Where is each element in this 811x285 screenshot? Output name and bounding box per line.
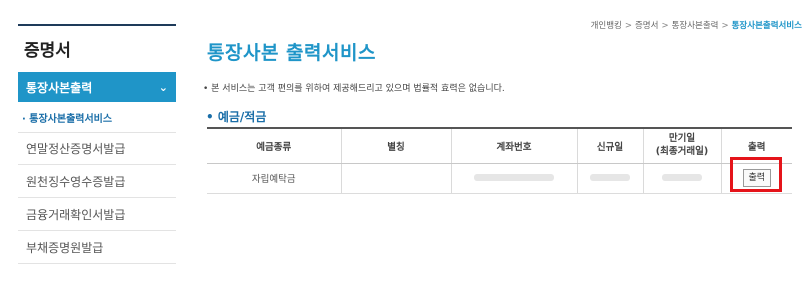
account-table: 예금종류 별칭 계좌번호 신규일 만기일 (최종거래일) 출력 자립예탁금 출력 — [207, 127, 792, 194]
sidebar-item-label: 연말정산증명서발급 — [26, 142, 126, 156]
cell-account-type: 자립예탁금 — [207, 163, 341, 194]
sidebar-item-label: 부채증명원발급 — [26, 240, 104, 255]
sidebar-item-label: 통장사본출력 — [26, 80, 93, 95]
col-header-maturity-date: 만기일 (최종거래일) — [642, 127, 721, 164]
sidebar-item-label: 원천징수영수증발급 — [26, 174, 126, 189]
chevron-down-icon: ⌄ — [158, 80, 168, 94]
page-title: 통장사본 출력서비스 — [207, 42, 376, 64]
sidebar-item-label: 금융거래확인서발급 — [26, 207, 126, 222]
chevron-right-icon: > — [661, 21, 669, 31]
sidebar-item-debt-certificate[interactable]: 부채증명원발급 — [18, 231, 176, 264]
redacted-value — [590, 173, 630, 181]
col-header-open-date: 신규일 — [576, 127, 643, 164]
sidebar-title: 증명서 — [24, 41, 71, 61]
sidebar-item-bankbook-copy[interactable]: 통장사본출력 ⌄ — [18, 72, 176, 102]
breadcrumb-current: 통장사본출력서비스 — [731, 21, 802, 31]
print-button-wrap: 출력 — [729, 157, 782, 192]
print-button[interactable]: 출력 — [742, 169, 771, 187]
cell-print: 출력 — [720, 157, 792, 194]
col-header-account-number: 계좌번호 — [450, 127, 577, 164]
sidebar-item-financial-confirmation[interactable]: 금융거래확인서발급 — [18, 198, 176, 231]
section-title-deposits: • 예금/적금 — [206, 110, 267, 124]
sidebar-item-year-end-tax[interactable]: 연말정산증명서발급 — [18, 132, 176, 165]
sidebar: 증명서 통장사본출력 ⌄ · 통장사본출력서비스 연말정산증명서발급 원천징수영… — [0, 0, 178, 285]
sidebar-top-divider — [18, 24, 176, 26]
service-notice: • 본 서비스는 고객 편의를 위하여 제공해드리고 있으며 법률적 효력은 없… — [203, 84, 505, 94]
cell-nickname — [340, 163, 451, 194]
chevron-right-icon: > — [721, 21, 729, 31]
redacted-value — [474, 173, 554, 181]
sidebar-subitem-bankbook-service[interactable]: · 통장사본출력서비스 — [22, 110, 112, 125]
chevron-right-icon: > — [624, 21, 632, 31]
sidebar-item-withholding-receipt[interactable]: 원천징수영수증발급 — [18, 165, 176, 198]
breadcrumb-item[interactable]: 통장사본출력 — [672, 21, 719, 31]
breadcrumb-item[interactable]: 증명서 — [635, 21, 658, 31]
table-header-row: 예금종류 별칭 계좌번호 신규일 만기일 (최종거래일) 출력 — [207, 127, 792, 164]
col-header-account-type: 예금종류 — [207, 127, 341, 164]
breadcrumb-item[interactable]: 개인뱅킹 — [591, 21, 622, 31]
cell-maturity-date — [642, 163, 721, 194]
breadcrumb: 개인뱅킹 > 증명서 > 통장사본출력 > 통장사본출력서비스 — [591, 19, 802, 31]
cell-account-number — [450, 163, 577, 194]
table-row: 자립예탁금 출력 — [207, 157, 792, 194]
col-header-maturity-label: 만기일 — [668, 132, 696, 144]
cell-open-date — [576, 163, 643, 194]
col-header-last-transaction-label: (최종거래일) — [655, 145, 709, 157]
col-header-nickname: 별칭 — [340, 127, 451, 164]
redacted-value — [662, 173, 702, 181]
